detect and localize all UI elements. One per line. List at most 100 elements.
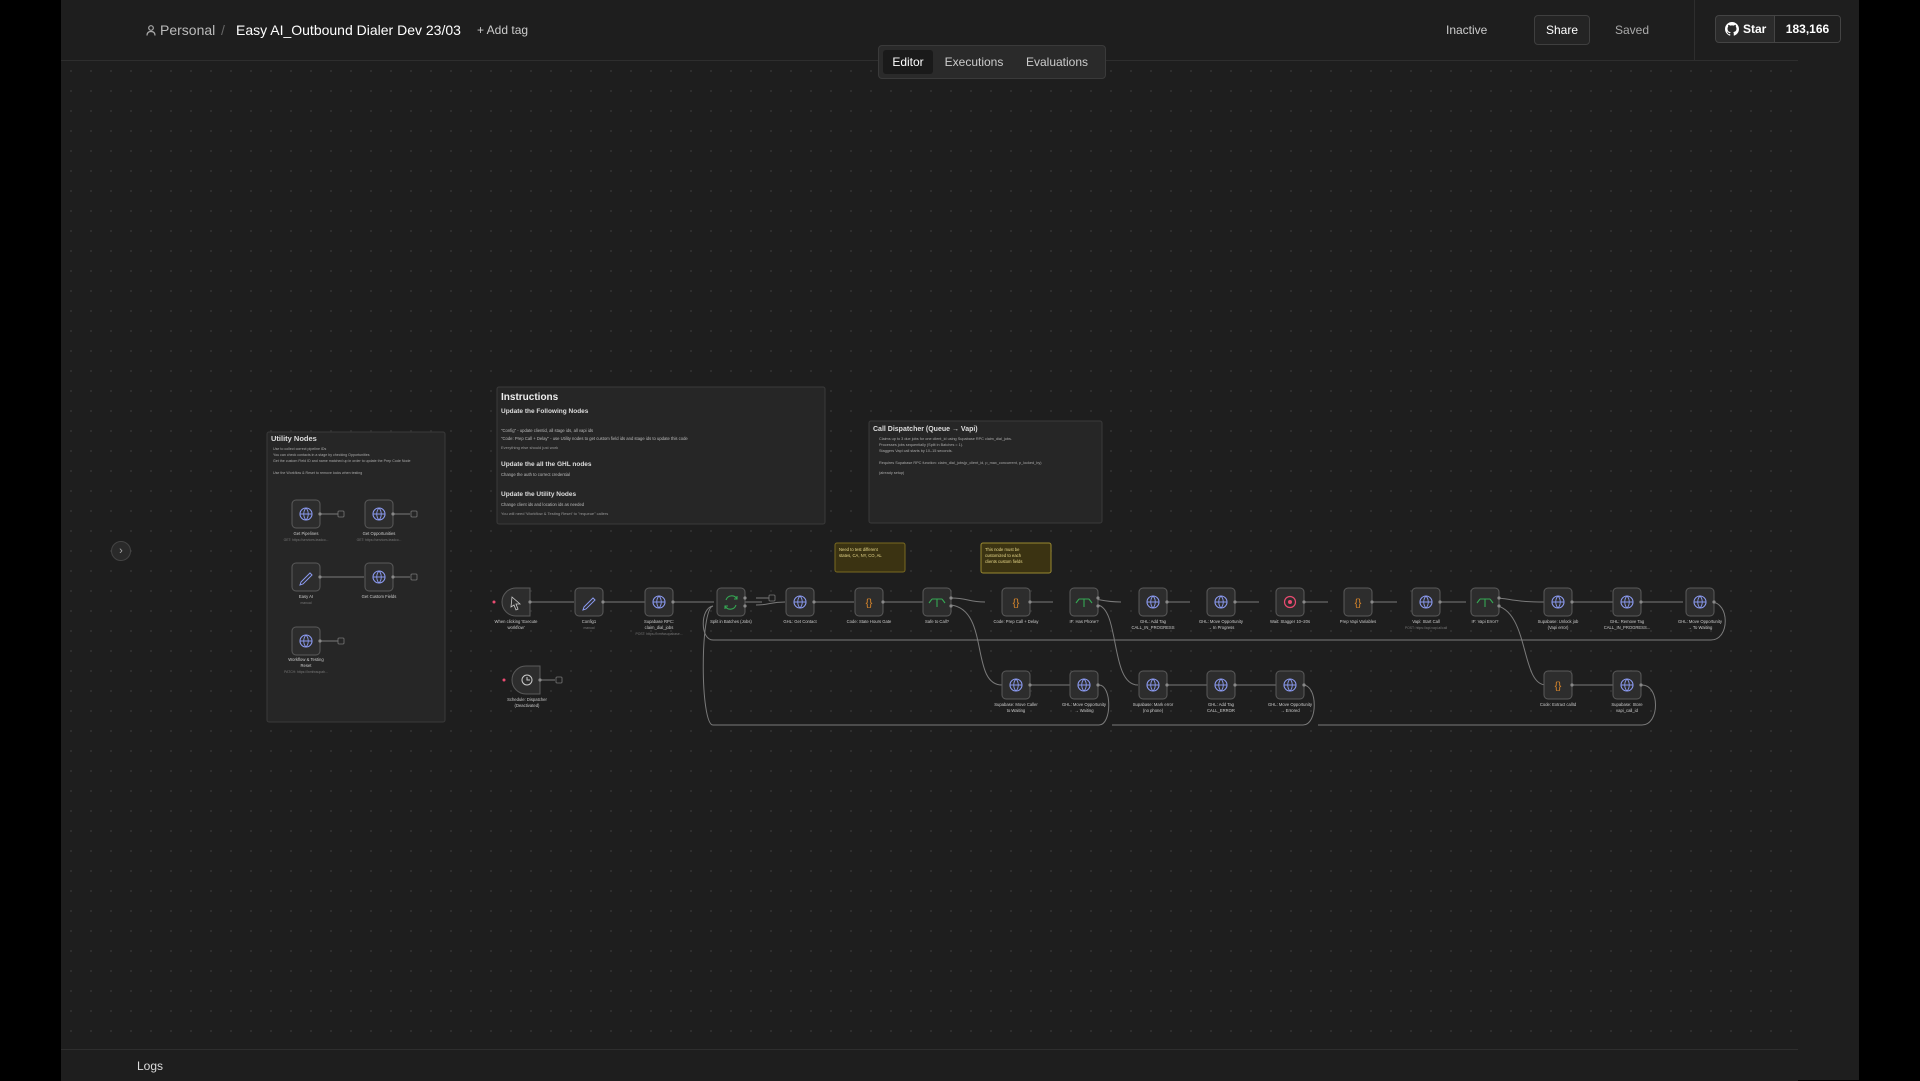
- node-claim-dial-jobs[interactable]: Supabase RPC: claim_dial_jobs POST: http…: [635, 587, 683, 636]
- sidebar-expand-icon[interactable]: ›: [111, 541, 131, 561]
- node-vapi-start-call[interactable]: Vapi: Start Call POST: https://api.vapi.…: [1405, 587, 1447, 630]
- logs-panel-bar[interactable]: Logs: [61, 1049, 1798, 1081]
- node-schedule-dispatcher[interactable]: Schedule: Dispatcher (Deactivated): [502, 665, 548, 708]
- node-label: Reset: [301, 663, 313, 668]
- node-label: Workflow & Testing: [288, 657, 324, 662]
- github-star-count: 183,166: [1775, 16, 1840, 42]
- sticky-instructions-title: Instructions: [501, 392, 559, 403]
- node-move-errored[interactable]: GHL: Move Opportunity → Errored: [1268, 670, 1313, 713]
- sticky-dispatcher-title: Call Dispatcher (Queue → Vapi): [873, 426, 978, 433]
- node-remove-tag[interactable]: GHL: Remove Tag CALL_IN_PROGRESS...: [1604, 587, 1651, 630]
- sticky-instructions-heading: Update the Utility Nodes: [501, 491, 577, 498]
- project-name[interactable]: Personal: [160, 22, 215, 38]
- node-label: vapi_call_id: [1616, 708, 1639, 713]
- share-button[interactable]: Share: [1534, 15, 1590, 45]
- node-label: CALL_IN_PROGRESS...: [1604, 625, 1651, 630]
- node-sublabel: PATCH: https://lxmfwsupab...: [284, 670, 328, 674]
- node-mark-error[interactable]: Supabase: Mark error (no phone): [1133, 670, 1174, 713]
- node-move-opp-waiting[interactable]: GHL: Move Opportunity → Waiting: [1062, 670, 1107, 713]
- tab-editor[interactable]: Editor: [883, 50, 933, 74]
- sticky-custom-line: clients custom fields: [985, 559, 1022, 564]
- node-label: Wait: Stagger 10–20s: [1270, 619, 1310, 624]
- sticky-test-states[interactable]: Need to test different states, CA, NY, C…: [834, 542, 906, 573]
- node-label: to Waiting: [1007, 708, 1026, 713]
- node-label: Safe to Call?: [925, 619, 950, 624]
- node-label: GHL: Remove Tag: [1610, 619, 1645, 624]
- workflow-graph: Utility Nodes Use to collect correct pip…: [266, 386, 1726, 726]
- workflow-canvas[interactable]: Utility Nodes Use to collect correct pip…: [61, 61, 1798, 1049]
- node-move-caller-waiting[interactable]: Supabase: Move Caller to Waiting: [994, 670, 1038, 713]
- node-wait-stagger[interactable]: Wait: Stagger 10–20s: [1270, 587, 1310, 624]
- node-label: CALL_IN_PROGRESS: [1131, 625, 1174, 630]
- node-state-hours-gate[interactable]: {} Code: State Hours Gate: [847, 587, 892, 624]
- github-star-button[interactable]: Star 183,166: [1715, 15, 1841, 43]
- node-add-tag-error[interactable]: GHL: Add Tag CALL_ERROR: [1206, 670, 1236, 713]
- node-extract-callid[interactable]: {} Code: Extract callId: [1540, 670, 1577, 707]
- node-label: Supabase RPC:: [644, 619, 674, 624]
- workflow-status[interactable]: Inactive: [1446, 23, 1487, 37]
- tab-executions[interactable]: Executions: [939, 50, 1009, 74]
- node-prep-call-delay[interactable]: {} Code: Prep Call + Delay: [993, 587, 1039, 624]
- github-icon: [1725, 22, 1739, 36]
- sticky-utility-title: Utility Nodes: [271, 434, 317, 443]
- node-ghl-get-contact[interactable]: GHL: Get Contact: [783, 587, 817, 624]
- tab-evaluations[interactable]: Evaluations: [1015, 50, 1099, 74]
- code-braces-icon: {}: [1555, 681, 1562, 692]
- sticky-custom-line: This node must be: [985, 547, 1020, 552]
- window-right-edge: [1859, 0, 1920, 1080]
- saved-status: Saved: [1615, 23, 1650, 37]
- sticky-call-dispatcher[interactable]: Call Dispatcher (Queue → Vapi) Claims up…: [868, 420, 1103, 524]
- node-label: Supabase: Unlock job: [1538, 619, 1579, 624]
- add-tag-button[interactable]: + Add tag: [477, 23, 528, 37]
- node-label: Get Custom Fields: [362, 594, 397, 599]
- logs-label[interactable]: Logs: [137, 1059, 163, 1073]
- node-label: GHL: Move Opportunity: [1678, 619, 1723, 624]
- node-config[interactable]: Config1 manual: [574, 587, 604, 630]
- node-prep-vapi[interactable]: {} Prep Vapi Variables: [1340, 587, 1376, 624]
- sticky-states-line: Need to test different: [839, 547, 879, 552]
- sticky-instructions[interactable]: Instructions Update the Following Nodes …: [496, 386, 826, 525]
- node-label: Supabase: Mark error: [1133, 702, 1174, 707]
- code-braces-icon: {}: [866, 598, 873, 609]
- node-sublabel: POST: https://api.vapi.ai/call: [1405, 626, 1447, 630]
- node-label: Get Pipelines: [294, 531, 319, 536]
- node-vapi-error[interactable]: IF: Vapi Error?: [1470, 587, 1500, 624]
- node-add-tag-in-progress[interactable]: GHL: Add Tag CALL_IN_PROGRESS: [1131, 587, 1175, 630]
- node-label: GHL: Add Tag: [1140, 619, 1167, 624]
- node-safe-to-call[interactable]: Safe to Call?: [922, 587, 952, 624]
- sticky-custom-fields[interactable]: This node must be customized to each cli…: [980, 542, 1052, 574]
- node-get-custom-fields[interactable]: Get Custom Fields: [362, 562, 397, 599]
- node-label: GHL: Move Opportunity: [1062, 702, 1107, 707]
- node-sublabel: POST: https://lxmfwsupabase...: [635, 632, 682, 636]
- node-sublabel: manual: [300, 601, 311, 605]
- node-sublabel: GET: https://services.leadco...: [357, 538, 402, 542]
- node-label: Vapi: Start Call: [1412, 619, 1440, 624]
- sticky-dispatcher-line: Requires Supabase RPC function: claim_di…: [879, 461, 1042, 465]
- header-divider: [1694, 0, 1695, 60]
- node-sublabel: GET: https://services.leadco...: [284, 538, 329, 542]
- node-label: → In Progress: [1208, 625, 1235, 630]
- node-label: (no phone): [1143, 708, 1164, 713]
- node-label: Code: State Hours Gate: [847, 619, 892, 624]
- node-label: Prep Vapi Variables: [1340, 619, 1376, 624]
- node-move-in-progress[interactable]: GHL: Move Opportunity → In Progress: [1199, 587, 1244, 630]
- node-move-to-waiting[interactable]: GHL: Move Opportunity → To Waiting: [1678, 587, 1723, 630]
- node-label: Split in Batches (Jobs): [710, 619, 752, 624]
- node-has-phone[interactable]: IF: Has Phone?: [1069, 587, 1099, 624]
- workflow-name[interactable]: Easy AI_Outbound Dialer Dev 23/03: [236, 22, 461, 38]
- node-store-vapi-call-id[interactable]: Supabase: Store vapi_call_id: [1611, 670, 1643, 713]
- sticky-instructions-line: "Config" - update clientid, all stage id…: [501, 428, 593, 433]
- sticky-instructions-line: Change client ids and location ids as ne…: [501, 502, 585, 507]
- node-label: IF: Has Phone?: [1069, 619, 1099, 624]
- sticky-utility-line: Get the custom Field ID and name matched…: [273, 459, 410, 463]
- user-icon: [146, 25, 156, 36]
- node-label: → Errored: [1280, 708, 1300, 713]
- sticky-instructions-heading: Update the Following Nodes: [501, 408, 589, 415]
- sticky-dispatcher-line: Staggers Vapi call starts by 10–15 secon…: [879, 449, 953, 453]
- sticky-utility-line: Use the Workflow & Reset to remove locks…: [273, 471, 362, 475]
- sticky-dispatcher-line: Claims up to 3 due jobs for one client_i…: [879, 437, 1012, 441]
- node-label: workflow': [507, 625, 524, 630]
- node-unlock-job[interactable]: Supabase: Unlock job (Vapi error): [1538, 587, 1579, 630]
- node-manual-trigger[interactable]: When clicking 'Execute workflow': [492, 587, 539, 630]
- node-label: IF: Vapi Error?: [1472, 619, 1500, 624]
